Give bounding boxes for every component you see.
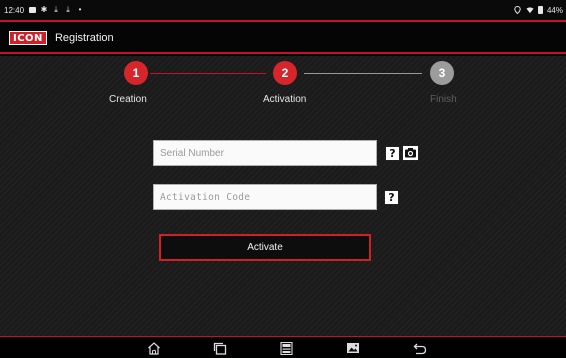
dot-icon: • bbox=[78, 5, 82, 14]
location-icon bbox=[514, 6, 522, 14]
gallery-icon[interactable] bbox=[345, 341, 361, 355]
vci-icon[interactable] bbox=[278, 341, 294, 355]
step-3-circle: 3 bbox=[430, 61, 454, 85]
serial-help-button[interactable]: ? bbox=[385, 146, 400, 161]
home-icon[interactable] bbox=[146, 341, 162, 355]
settings-icon: ✱ bbox=[40, 5, 48, 14]
message-icon bbox=[28, 6, 36, 14]
activation-code-input[interactable] bbox=[153, 184, 377, 210]
step-1-circle: 1 bbox=[124, 61, 148, 85]
step-2-circle: 2 bbox=[273, 61, 297, 85]
download-icon: ⤓ bbox=[54, 5, 58, 14]
battery-percent: 44% bbox=[546, 5, 563, 15]
battery-icon bbox=[537, 6, 543, 14]
status-time: 12:40 bbox=[4, 5, 25, 15]
stepper-line-complete bbox=[150, 73, 266, 74]
serial-number-input[interactable] bbox=[153, 140, 377, 166]
title-bar: ICON Registration bbox=[0, 24, 566, 54]
step-3-label: Finish bbox=[430, 94, 457, 105]
download-icon: ⤓ bbox=[66, 5, 70, 14]
page-title: Registration bbox=[54, 32, 114, 44]
stepper-line-pending bbox=[304, 73, 422, 74]
activate-button[interactable]: Activate bbox=[159, 234, 371, 261]
status-right: 44% bbox=[514, 6, 563, 15]
status-bar: 12:40 ✱ ⤓ ⤓ • 44% bbox=[0, 0, 566, 22]
icon-logo: ICON bbox=[9, 31, 47, 45]
nav-bar bbox=[0, 336, 566, 358]
step-2-label: Activation bbox=[263, 94, 307, 105]
status-left: 12:40 ✱ ⤓ ⤓ • bbox=[4, 6, 84, 15]
back-icon[interactable] bbox=[412, 341, 428, 355]
registration-panel: 1 2 3 Creation Activation Finish ? ? Act… bbox=[0, 56, 566, 336]
recent-apps-icon[interactable] bbox=[212, 341, 228, 355]
camera-icon[interactable] bbox=[402, 145, 419, 161]
activation-help-button[interactable]: ? bbox=[384, 190, 399, 205]
wifi-icon bbox=[526, 6, 534, 14]
step-1-label: Creation bbox=[109, 94, 147, 105]
